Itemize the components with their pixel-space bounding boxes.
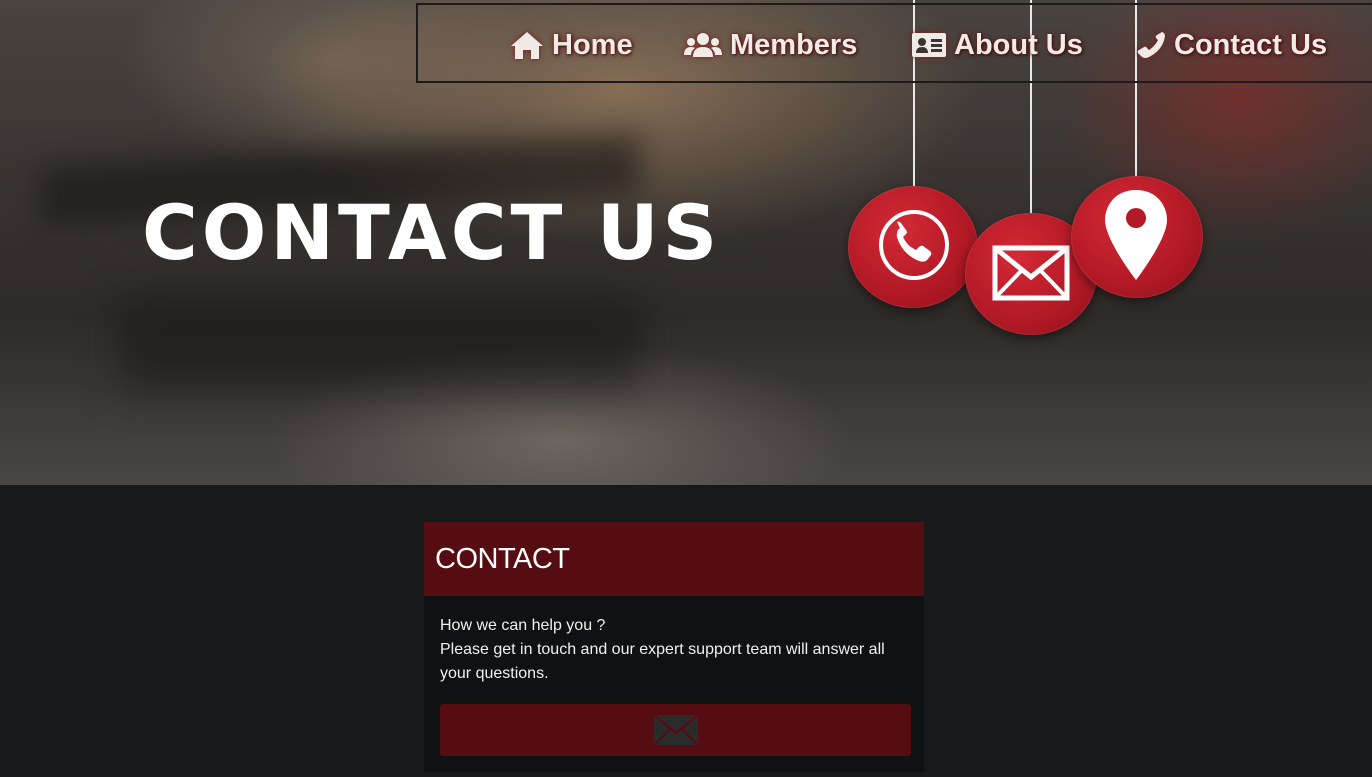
send-email-button[interactable]	[440, 704, 911, 756]
users-icon	[684, 33, 722, 57]
contact-card-question: How we can help you ?	[440, 617, 606, 634]
contact-card-title: CONTACT	[435, 542, 570, 575]
hero-banner: CONTACT US Home Members About Us Contact…	[0, 0, 1372, 485]
nav-contact-us-label: Contact Us	[1174, 28, 1328, 61]
location-ornament	[1071, 176, 1203, 298]
nav-members[interactable]: Members	[684, 27, 857, 63]
contact-card: CONTACT How we can help you ? Please get…	[424, 522, 924, 772]
nav-home[interactable]: Home	[510, 27, 633, 63]
nav-about-us-label: About Us	[954, 28, 1083, 61]
nav-about-us[interactable]: About Us	[912, 27, 1083, 63]
phone-ornament	[848, 186, 978, 308]
phone-icon	[879, 210, 949, 280]
contact-card-description: Please get in touch and our expert suppo…	[440, 641, 885, 682]
hero-title: CONTACT US	[142, 188, 722, 277]
nav-contact-us[interactable]: Contact Us	[1136, 27, 1327, 63]
contact-card-header: CONTACT	[424, 522, 924, 596]
contact-card-body: How we can help you ? Please get in touc…	[424, 596, 924, 686]
home-icon	[511, 32, 543, 59]
id-card-icon	[912, 33, 946, 57]
nav-home-label: Home	[552, 28, 633, 61]
envelope-icon	[652, 714, 699, 746]
nav-members-label: Members	[730, 28, 858, 61]
top-navbar: Home Members About Us Contact Us	[416, 3, 1372, 83]
map-pin-icon	[1105, 190, 1167, 280]
phone-icon	[1137, 32, 1165, 58]
